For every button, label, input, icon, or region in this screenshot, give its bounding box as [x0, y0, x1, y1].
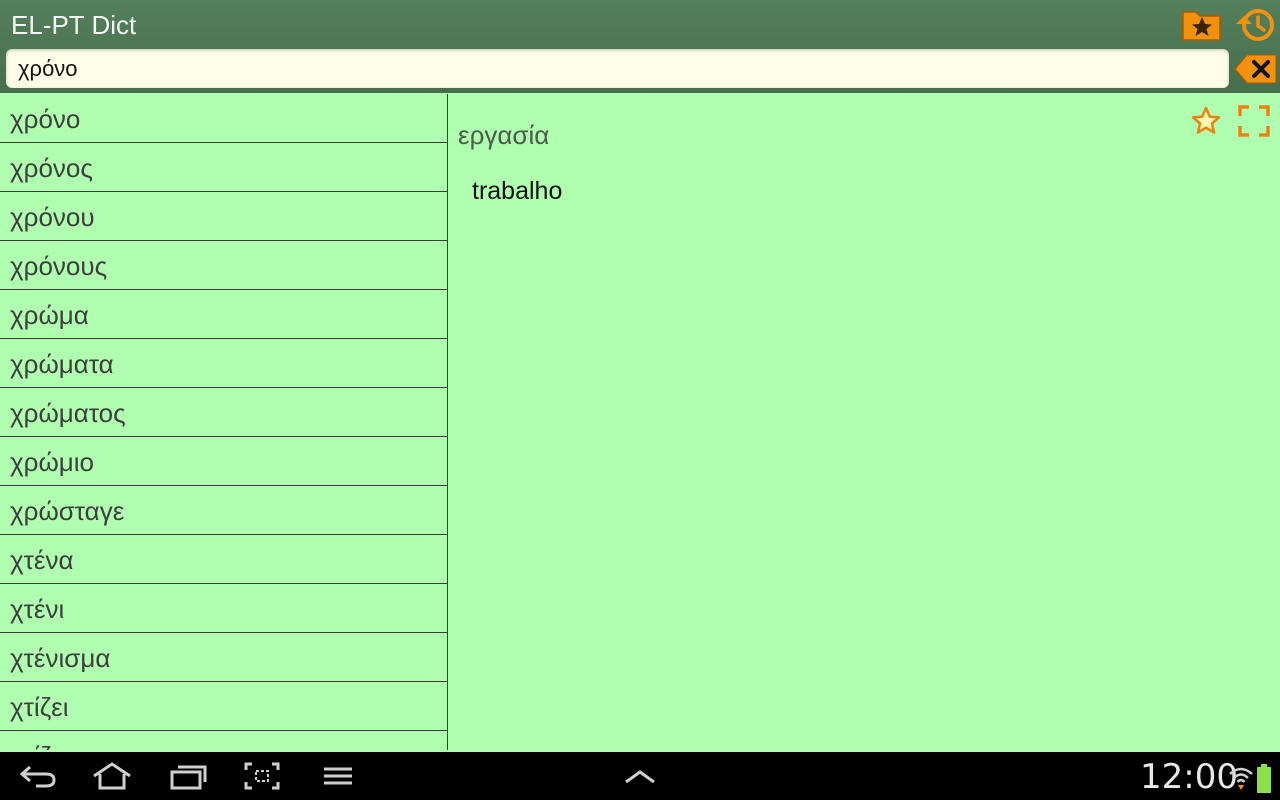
- recent-apps-icon: [170, 765, 207, 790]
- search-input[interactable]: [18, 55, 1208, 83]
- screenshot-button[interactable]: [242, 760, 282, 792]
- list-item[interactable]: χτένι: [0, 584, 447, 633]
- history-icon: [1236, 9, 1274, 41]
- recent-apps-button[interactable]: [168, 760, 208, 792]
- clear-search-button[interactable]: [1234, 53, 1278, 85]
- backspace-x-icon: [1234, 54, 1277, 84]
- home-button[interactable]: [92, 760, 132, 792]
- list-item[interactable]: χρώμιο: [0, 437, 447, 486]
- back-button[interactable]: [18, 760, 58, 792]
- wifi-icon: [1229, 767, 1253, 790]
- app-title: EL-PT Dict: [11, 10, 137, 40]
- list-item[interactable]: χρώμα: [0, 290, 447, 339]
- battery-icon: [1257, 764, 1271, 793]
- favorites-button[interactable]: [1181, 5, 1223, 45]
- back-icon: [19, 765, 56, 788]
- menu-button[interactable]: [318, 760, 358, 792]
- list-item[interactable]: χρώματα: [0, 339, 447, 388]
- chevron-up-icon: [625, 770, 655, 784]
- system-nav-bar: 12:00: [0, 752, 1280, 800]
- word-list[interactable]: χρόνο χρόνος χρόνου χρόνους χρώμα χρώματ…: [0, 94, 448, 750]
- list-item[interactable]: χρόνου: [0, 192, 447, 241]
- fullscreen-button[interactable]: [1237, 104, 1271, 138]
- detail-headword: εργασία: [458, 120, 550, 150]
- definition-panel: εργασία trabalho: [448, 94, 1280, 750]
- menu-icon: [324, 767, 352, 785]
- list-item[interactable]: χτένισμα: [0, 633, 447, 682]
- list-item[interactable]: χρόνους: [0, 241, 447, 290]
- expand-tray-button[interactable]: [620, 760, 660, 792]
- history-button[interactable]: [1235, 5, 1277, 45]
- app-header: EL-PT Dict: [0, 0, 1280, 93]
- detail-translation: trabalho: [472, 177, 563, 205]
- list-item[interactable]: χρώσταγε: [0, 486, 447, 535]
- fullscreen-icon: [1238, 105, 1270, 137]
- list-item[interactable]: χτίζω: [0, 731, 447, 750]
- list-item[interactable]: χρώματος: [0, 388, 447, 437]
- search-box: [6, 49, 1229, 88]
- favorite-toggle-button[interactable]: [1189, 104, 1223, 138]
- star-outline-icon: [1191, 106, 1221, 134]
- list-item[interactable]: χρόνος: [0, 143, 447, 192]
- status-clock: 12:00: [1140, 757, 1238, 797]
- home-icon: [93, 762, 131, 790]
- list-item[interactable]: χρόνο: [0, 94, 447, 143]
- screenshot-icon: [244, 762, 280, 790]
- list-item[interactable]: χτένα: [0, 535, 447, 584]
- star-folder-icon: [1182, 11, 1221, 41]
- list-item[interactable]: χτίζει: [0, 682, 447, 731]
